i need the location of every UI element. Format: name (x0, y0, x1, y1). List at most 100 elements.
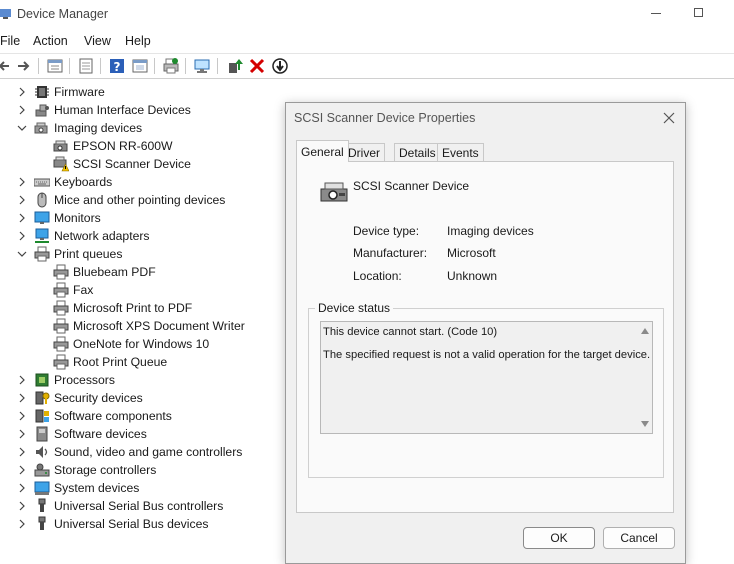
window-title: Device Manager (17, 7, 109, 21)
tab-events[interactable]: Events (437, 143, 484, 161)
printer-icon (53, 300, 69, 316)
tree-label: Software components (54, 409, 172, 423)
tree-label: Imaging devices (54, 121, 143, 135)
menu-action[interactable]: Action (33, 34, 68, 48)
chevron-right-icon[interactable] (17, 483, 27, 493)
chevron-right-icon[interactable] (17, 501, 27, 511)
tree-label: Microsoft Print to PDF (73, 301, 193, 315)
tree-item-hid[interactable]: Human Interface Devices (17, 101, 191, 119)
print-icon[interactable] (162, 57, 180, 75)
chevron-right-icon[interactable] (17, 105, 27, 115)
tree-item-xps-writer[interactable]: Microsoft XPS Document Writer (53, 317, 245, 335)
tree-item-keyboards[interactable]: Keyboards (17, 173, 112, 191)
tree-item-fax[interactable]: Fax (53, 281, 93, 299)
back-arrow-icon[interactable] (0, 57, 14, 75)
scroll-up-icon[interactable] (641, 328, 649, 334)
mouse-icon (34, 192, 50, 208)
tree-item-usb-controllers[interactable]: Universal Serial Bus controllers (17, 497, 223, 515)
chevron-right-icon[interactable] (17, 375, 27, 385)
tree-label: Software devices (54, 427, 147, 441)
menu-help[interactable]: Help (125, 34, 151, 48)
menu-view[interactable]: View (84, 34, 111, 48)
tree-item-usb-devices[interactable]: Universal Serial Bus devices (17, 515, 208, 533)
menu-file[interactable]: File (0, 34, 20, 48)
update-driver-icon[interactable] (226, 57, 244, 75)
tree-item-system-devices[interactable]: System devices (17, 479, 139, 497)
printer-icon (53, 264, 69, 280)
tree-label: Storage controllers (54, 463, 157, 477)
tab-details[interactable]: Details (394, 143, 441, 161)
manufacturer-label: Manufacturer: (353, 246, 428, 260)
tree-item-print-queues[interactable]: Print queues (17, 245, 122, 263)
tree-item-monitors[interactable]: Monitors (17, 209, 101, 227)
tree-label: Mice and other pointing devices (54, 193, 226, 207)
software-component-icon (34, 408, 50, 424)
tree-item-software-devices[interactable]: Software devices (17, 425, 147, 443)
chevron-right-icon[interactable] (17, 465, 27, 475)
close-icon[interactable] (662, 111, 676, 125)
tree-label: OneNote for Windows 10 (73, 337, 210, 351)
cancel-button[interactable]: Cancel (603, 527, 675, 549)
chevron-right-icon[interactable] (17, 231, 27, 241)
uninstall-device-icon[interactable] (248, 57, 266, 75)
tree-label: Universal Serial Bus devices (54, 517, 209, 531)
tree-item-storage-controllers[interactable]: Storage controllers (17, 461, 156, 479)
chevron-right-icon[interactable] (17, 447, 27, 457)
tree-item-microsoft-print-to-pdf[interactable]: Microsoft Print to PDF (53, 299, 192, 317)
tree-item-imaging-devices[interactable]: Imaging devices (17, 119, 142, 137)
tree-item-firmware[interactable]: Firmware (17, 83, 105, 101)
chevron-right-icon[interactable] (17, 87, 27, 97)
scan-hardware-icon[interactable] (193, 57, 211, 75)
speaker-icon (34, 444, 50, 460)
chevron-right-icon[interactable] (17, 393, 27, 403)
chevron-right-icon[interactable] (17, 213, 27, 223)
document-icon[interactable] (77, 57, 95, 75)
chevron-right-icon[interactable] (17, 519, 27, 529)
tree-item-scsi-scanner[interactable]: SCSI Scanner Device (53, 155, 191, 173)
tree-label: Universal Serial Bus controllers (54, 499, 224, 513)
chevron-right-icon[interactable] (17, 195, 27, 205)
software-device-icon (34, 426, 50, 442)
chevron-right-icon[interactable] (17, 411, 27, 421)
tree-item-security-devices[interactable]: Security devices (17, 389, 143, 407)
printer-icon (53, 318, 69, 334)
location-label: Location: (353, 269, 402, 283)
minimize-icon[interactable] (651, 13, 661, 14)
chevron-down-icon[interactable] (17, 123, 27, 133)
properties-window-icon[interactable] (46, 57, 64, 75)
scroll-down-icon[interactable] (641, 421, 649, 427)
tree-item-onenote[interactable]: OneNote for Windows 10 (53, 335, 209, 353)
general-tab-panel: SCSI Scanner Device Device type: Imaging… (296, 161, 674, 513)
chevron-down-icon[interactable] (17, 249, 27, 259)
tab-driver[interactable]: Driver (343, 143, 385, 161)
forward-arrow-icon[interactable] (15, 57, 33, 75)
tree-item-bluebeam[interactable]: Bluebeam PDF (53, 263, 156, 281)
tree-label: EPSON RR-600W (73, 139, 173, 153)
tree-item-root-print-queue[interactable]: Root Print Queue (53, 353, 167, 371)
tree-item-processors[interactable]: Processors (17, 371, 115, 389)
tree-label: Processors (54, 373, 115, 387)
tree-item-network-adapters[interactable]: Network adapters (17, 227, 150, 245)
maximize-icon[interactable] (694, 8, 703, 17)
tab-general[interactable]: General (296, 140, 349, 162)
tree-label: Root Print Queue (73, 355, 168, 369)
help-icon[interactable]: ? (108, 57, 126, 75)
tree-item-sound-video-game[interactable]: Sound, video and game controllers (17, 443, 242, 461)
tree-label: System devices (54, 481, 140, 495)
tree-item-epson[interactable]: EPSON RR-600W (53, 137, 173, 155)
location-value: Unknown (447, 269, 498, 283)
view-pane-icon[interactable] (131, 57, 149, 75)
security-key-icon (34, 390, 50, 406)
enable-device-icon[interactable] (271, 57, 289, 75)
tree-item-mice[interactable]: Mice and other pointing devices (17, 191, 225, 209)
tree-item-software-components[interactable]: Software components (17, 407, 172, 425)
usb-icon (34, 516, 50, 532)
device-manager-icon (0, 8, 12, 20)
device-status-textbox[interactable]: This device cannot start. (Code 10) The … (320, 321, 653, 434)
tree-label: Bluebeam PDF (73, 265, 156, 279)
manufacturer-value: Microsoft (447, 246, 496, 260)
system-device-icon (34, 480, 50, 496)
chevron-right-icon[interactable] (17, 429, 27, 439)
chevron-right-icon[interactable] (17, 177, 27, 187)
ok-button[interactable]: OK (523, 527, 595, 549)
